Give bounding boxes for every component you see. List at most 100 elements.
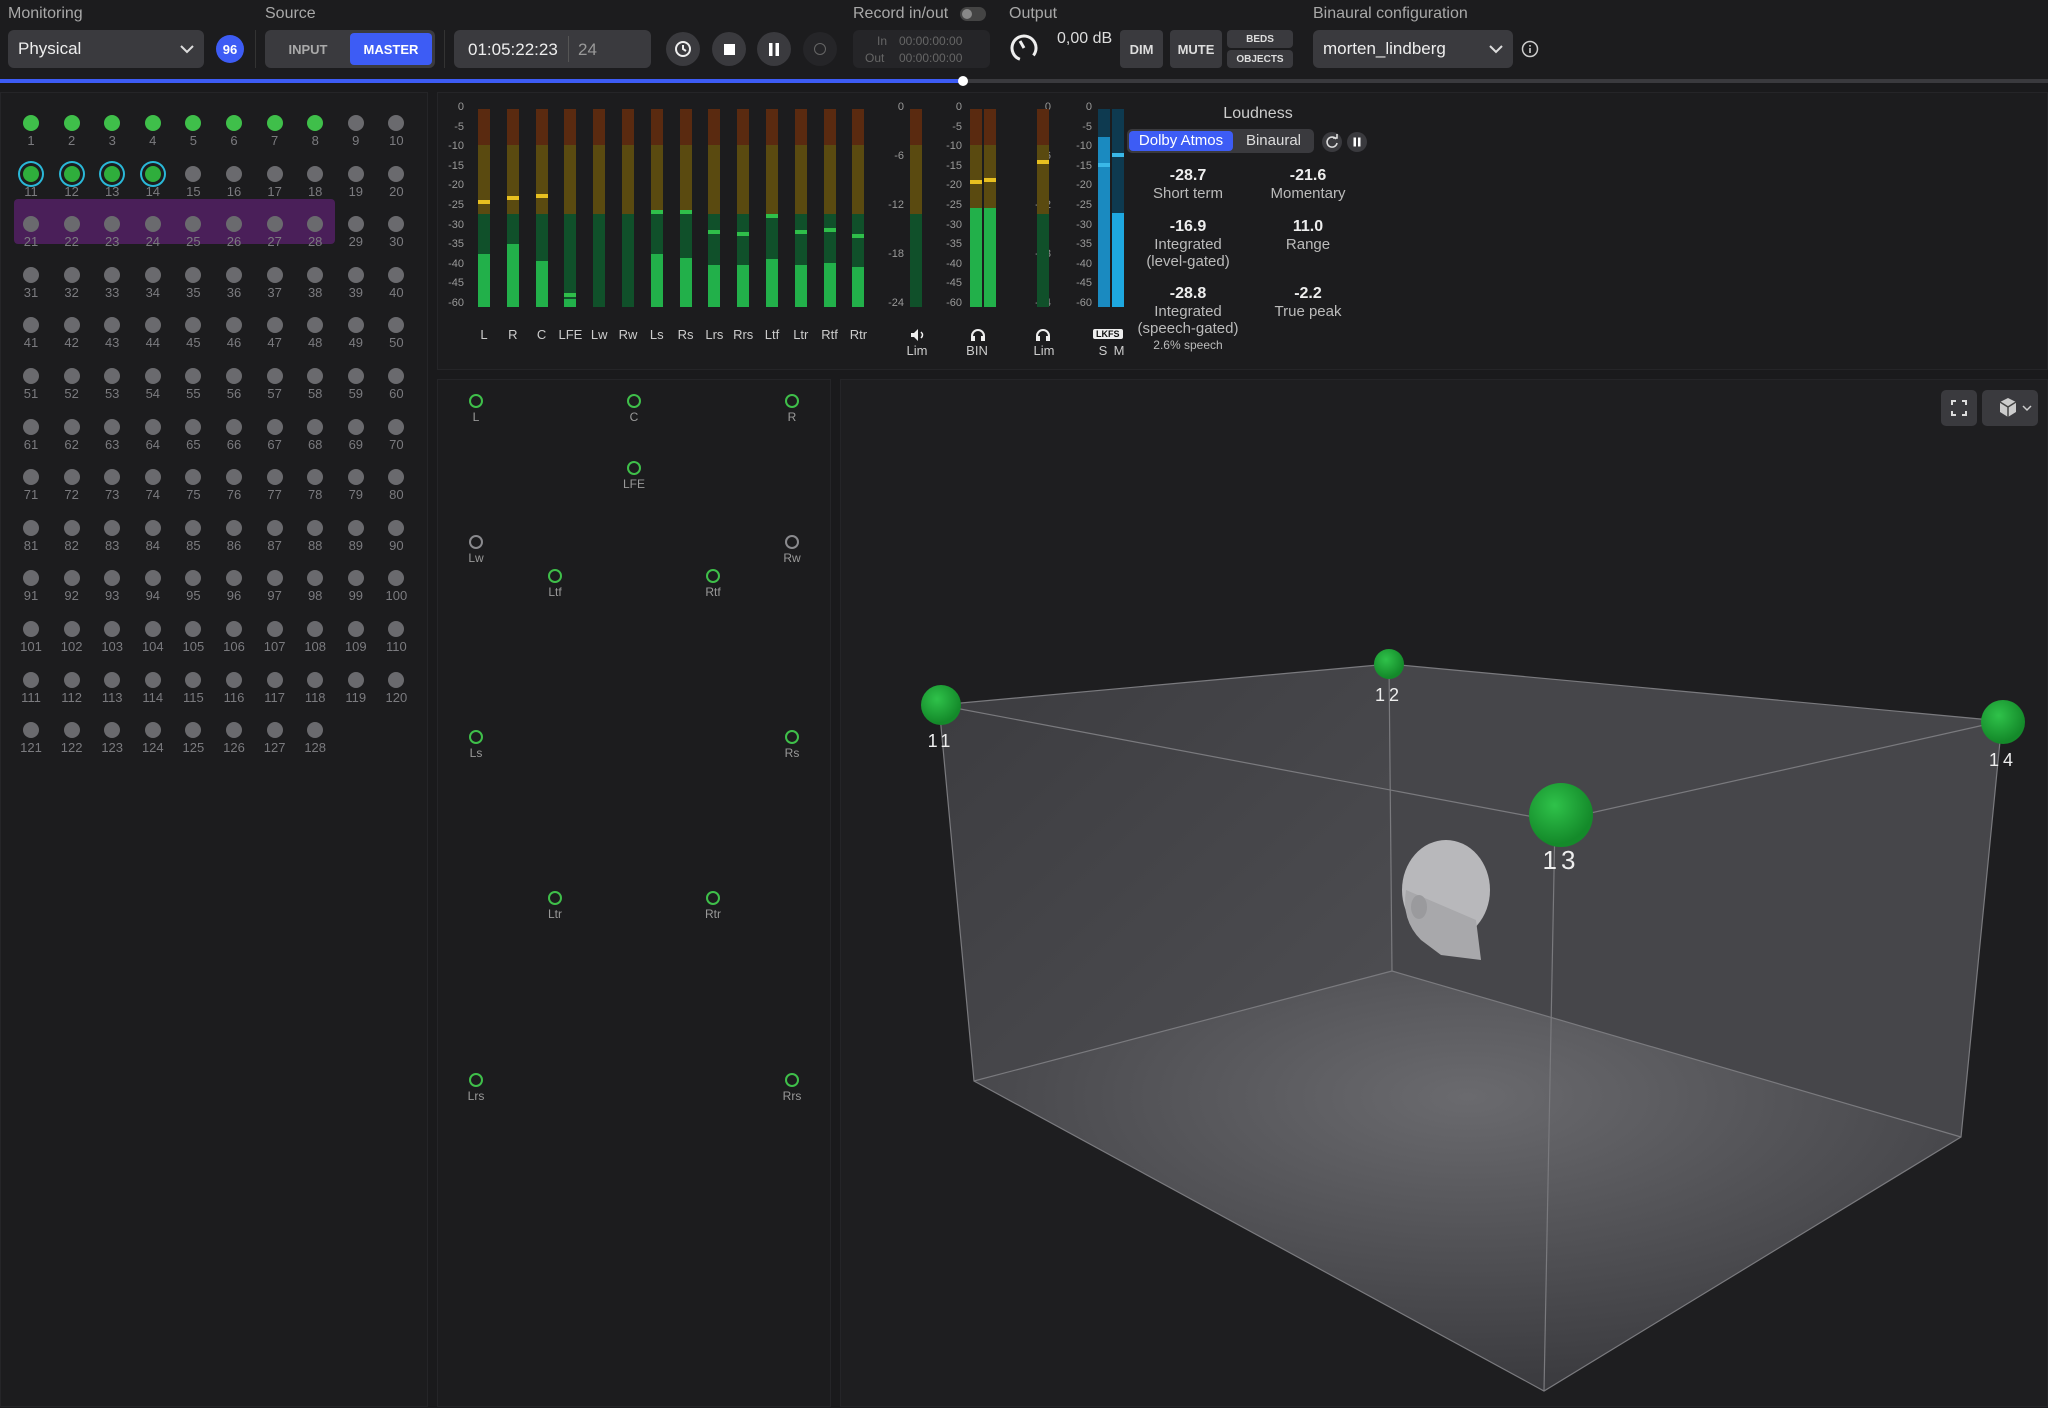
speaker-rs[interactable]: Rs [772,730,812,760]
channel-90[interactable]: 90 [378,516,414,566]
channel-121[interactable]: 121 [13,718,49,768]
channel-34[interactable]: 34 [135,263,171,313]
channel-73[interactable]: 73 [94,465,130,515]
channel-77[interactable]: 77 [257,465,293,515]
channel-9[interactable]: 9 [338,111,374,161]
speaker-c[interactable]: C [614,394,654,424]
channel-54[interactable]: 54 [135,364,171,414]
channel-76[interactable]: 76 [216,465,252,515]
channel-85[interactable]: 85 [175,516,211,566]
tab-binaural[interactable]: Binaural [1235,131,1312,151]
mute-button[interactable]: MUTE [1170,30,1222,68]
channel-110[interactable]: 110 [378,617,414,667]
channel-50[interactable]: 50 [378,313,414,363]
channel-17[interactable]: 17 [257,162,293,212]
channel-16[interactable]: 16 [216,162,252,212]
speaker-r[interactable]: R [772,394,812,424]
playback-progress[interactable] [0,76,2048,86]
channel-59[interactable]: 59 [338,364,374,414]
progress-knob[interactable] [957,76,968,86]
channel-43[interactable]: 43 [94,313,130,363]
monitoring-select[interactable]: Physical [8,30,204,68]
channel-14[interactable]: 14 [135,162,171,212]
channel-94[interactable]: 94 [135,566,171,616]
channel-86[interactable]: 86 [216,516,252,566]
channel-112[interactable]: 112 [54,668,90,718]
channel-57[interactable]: 57 [257,364,293,414]
channel-53[interactable]: 53 [94,364,130,414]
channel-58[interactable]: 58 [297,364,333,414]
speaker-rtf[interactable]: Rtf [693,569,733,599]
speaker-rw[interactable]: Rw [772,535,812,565]
stop-button[interactable] [712,32,746,66]
info-icon[interactable] [1521,40,1539,58]
channel-87[interactable]: 87 [257,516,293,566]
channel-98[interactable]: 98 [297,566,333,616]
channel-3[interactable]: 3 [94,111,130,161]
channel-126[interactable]: 126 [216,718,252,768]
object-11[interactable] [921,685,961,725]
channel-128[interactable]: 128 [297,718,333,768]
pause-button[interactable] [757,32,791,66]
channel-109[interactable]: 109 [338,617,374,667]
channel-89[interactable]: 89 [338,516,374,566]
channel-48[interactable]: 48 [297,313,333,363]
channel-15[interactable]: 15 [175,162,211,212]
channel-2[interactable]: 2 [54,111,90,161]
channel-38[interactable]: 38 [297,263,333,313]
speaker-lw[interactable]: Lw [456,535,496,565]
speaker-ltr[interactable]: Ltr [535,891,575,921]
channel-114[interactable]: 114 [135,668,171,718]
object-13[interactable] [1529,783,1593,847]
channel-91[interactable]: 91 [13,566,49,616]
channel-31[interactable]: 31 [13,263,49,313]
channel-18[interactable]: 18 [297,162,333,212]
channel-60[interactable]: 60 [378,364,414,414]
channel-108[interactable]: 108 [297,617,333,667]
channel-100[interactable]: 100 [378,566,414,616]
dim-button[interactable]: DIM [1120,30,1163,68]
channel-64[interactable]: 64 [135,415,171,465]
channel-116[interactable]: 116 [216,668,252,718]
source-master-button[interactable]: MASTER [350,33,432,65]
channel-51[interactable]: 51 [13,364,49,414]
channel-63[interactable]: 63 [94,415,130,465]
channel-84[interactable]: 84 [135,516,171,566]
channel-65[interactable]: 65 [175,415,211,465]
channel-55[interactable]: 55 [175,364,211,414]
channel-29[interactable]: 29 [338,212,374,262]
channel-27[interactable]: 27 [257,212,293,262]
channel-40[interactable]: 40 [378,263,414,313]
channel-4[interactable]: 4 [135,111,171,161]
channel-72[interactable]: 72 [54,465,90,515]
beds-button[interactable]: BEDS [1227,30,1293,48]
channel-26[interactable]: 26 [216,212,252,262]
tab-dolby-atmos[interactable]: Dolby Atmos [1129,131,1233,151]
channel-44[interactable]: 44 [135,313,171,363]
channel-104[interactable]: 104 [135,617,171,667]
object-14[interactable] [1981,700,2025,744]
channel-127[interactable]: 127 [257,718,293,768]
loudness-reset-button[interactable] [1322,132,1342,152]
channel-37[interactable]: 37 [257,263,293,313]
channel-67[interactable]: 67 [257,415,293,465]
channel-82[interactable]: 82 [54,516,90,566]
channel-8[interactable]: 8 [297,111,333,161]
channel-103[interactable]: 103 [94,617,130,667]
channel-1[interactable]: 1 [13,111,49,161]
channel-80[interactable]: 80 [378,465,414,515]
channel-123[interactable]: 123 [94,718,130,768]
channel-78[interactable]: 78 [297,465,333,515]
channel-119[interactable]: 119 [338,668,374,718]
channel-10[interactable]: 10 [378,111,414,161]
channel-12[interactable]: 12 [54,162,90,212]
channel-111[interactable]: 111 [13,668,49,718]
channel-79[interactable]: 79 [338,465,374,515]
speaker-ls[interactable]: Ls [456,730,496,760]
channel-52[interactable]: 52 [54,364,90,414]
channel-36[interactable]: 36 [216,263,252,313]
channel-101[interactable]: 101 [13,617,49,667]
channel-56[interactable]: 56 [216,364,252,414]
channel-21[interactable]: 21 [13,212,49,262]
channel-117[interactable]: 117 [257,668,293,718]
